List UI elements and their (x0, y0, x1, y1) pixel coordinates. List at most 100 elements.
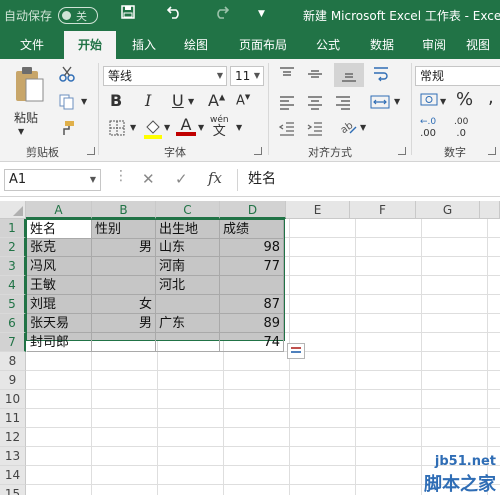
middle-align-icon[interactable] (306, 65, 324, 87)
formula-input[interactable]: 姓名 (237, 169, 500, 191)
cell-d5[interactable]: 87 (220, 295, 284, 314)
number-launcher-icon[interactable] (488, 147, 496, 155)
cell-b6[interactable]: 男 (92, 314, 156, 333)
cell-a5[interactable]: 刘琨 (27, 295, 92, 314)
undo-icon[interactable] (166, 5, 183, 23)
copy-dropdown-icon[interactable]: ▼ (81, 97, 87, 106)
more-options-icon[interactable]: ⋮ (114, 168, 128, 184)
underline-button[interactable]: U (172, 91, 184, 110)
column-header-g[interactable]: G (416, 201, 480, 219)
column-header-a[interactable]: A (26, 201, 92, 219)
tab-formulas[interactable]: 公式 (306, 31, 350, 59)
accounting-dropdown-icon[interactable]: ▼ (440, 97, 446, 106)
clipboard-launcher-icon[interactable] (87, 147, 95, 155)
comma-style-icon[interactable]: , (488, 87, 494, 108)
column-header-b[interactable]: B (92, 201, 156, 219)
increase-indent-icon[interactable] (306, 119, 324, 141)
tab-draw[interactable]: 绘图 (174, 31, 218, 59)
phonetic-guide-button[interactable]: wén 文 (210, 115, 229, 139)
row-header[interactable]: 10 (0, 390, 26, 409)
cell-b1[interactable]: 性别 (92, 220, 156, 239)
row-header[interactable]: 7 (0, 333, 26, 352)
fill-color-icon[interactable] (142, 117, 164, 143)
column-header-e[interactable]: E (286, 201, 350, 219)
row-header[interactable]: 11 (0, 409, 26, 428)
cell-a6[interactable]: 张天易 (27, 314, 92, 333)
cell-b5[interactable]: 女 (92, 295, 156, 314)
cell-d6[interactable]: 89 (220, 314, 284, 333)
underline-dropdown-icon[interactable]: ▼ (188, 97, 194, 106)
cell-a4[interactable]: 王敏 (27, 276, 92, 295)
tab-view[interactable]: 视图 (466, 31, 500, 59)
cell-c2[interactable]: 山东 (156, 238, 220, 257)
tab-page-layout[interactable]: 页面布局 (230, 31, 296, 59)
align-right-icon[interactable] (334, 93, 352, 115)
cell-b7[interactable] (92, 333, 156, 352)
alignment-launcher-icon[interactable] (398, 147, 406, 155)
row-header[interactable]: 13 (0, 447, 26, 466)
paste-icon[interactable] (12, 65, 46, 105)
borders-dropdown-icon[interactable]: ▼ (130, 123, 136, 132)
save-icon[interactable] (121, 5, 135, 23)
customize-quick-access-icon[interactable]: ▼ (258, 9, 265, 19)
column-header-h[interactable] (480, 201, 500, 219)
row-header[interactable]: 15 (0, 485, 26, 495)
name-box[interactable]: A1 ▼ (4, 169, 101, 191)
cell-c7[interactable] (156, 333, 220, 352)
cell-d2[interactable]: 98 (220, 238, 284, 257)
cell-b4[interactable] (92, 276, 156, 295)
row-header[interactable]: 2 (0, 238, 26, 257)
tab-insert[interactable]: 插入 (122, 31, 166, 59)
font-color-dropdown-icon[interactable]: ▼ (198, 123, 204, 132)
enter-icon[interactable]: ✓ (175, 170, 188, 188)
cancel-icon[interactable]: ✕ (142, 170, 155, 188)
paste-label[interactable]: 粘贴 (14, 109, 38, 126)
font-size-dropdown[interactable]: 11 ▼ (230, 66, 264, 86)
copy-icon[interactable] (58, 93, 76, 115)
cell-a2[interactable]: 张克 (27, 238, 92, 257)
row-header[interactable]: 1 (0, 219, 26, 238)
autosave-toggle[interactable]: 关 (58, 7, 98, 24)
align-left-icon[interactable] (278, 93, 296, 115)
row-header[interactable]: 3 (0, 257, 26, 276)
top-align-icon[interactable] (278, 65, 296, 87)
bold-button[interactable]: B (110, 91, 122, 110)
number-format-dropdown[interactable]: 常规 (415, 66, 500, 86)
quick-analysis-button[interactable] (287, 343, 305, 359)
row-header[interactable]: 12 (0, 428, 26, 447)
cell-d3[interactable]: 77 (220, 257, 284, 276)
paste-dropdown-icon[interactable]: ▼ (18, 127, 24, 136)
orientation-dropdown-icon[interactable]: ▼ (360, 123, 366, 132)
bottom-align-button[interactable] (334, 63, 364, 87)
cell-a1[interactable]: 姓名 (27, 220, 92, 239)
cell-d7[interactable]: 74 (220, 333, 284, 352)
fill-color-dropdown-icon[interactable]: ▼ (164, 123, 170, 132)
insert-function-button[interactable]: fx (208, 169, 222, 187)
row-header[interactable]: 4 (0, 276, 26, 295)
font-name-dropdown[interactable]: 等线 ▼ (103, 66, 227, 86)
row-header[interactable]: 8 (0, 352, 26, 371)
cell-c4[interactable]: 河北 (156, 276, 220, 295)
cell-c3[interactable]: 河南 (156, 257, 220, 276)
cell-c5[interactable] (156, 295, 220, 314)
tab-review[interactable]: 审阅 (412, 31, 456, 59)
shrink-font-button[interactable]: A▼ (236, 93, 250, 108)
column-header-f[interactable]: F (350, 201, 416, 219)
cell-c6[interactable]: 广东 (156, 314, 220, 333)
font-color-button[interactable]: A (176, 115, 196, 136)
tab-file[interactable]: 文件 (8, 31, 56, 59)
wrap-text-icon[interactable] (372, 65, 390, 87)
orientation-icon[interactable]: ab (338, 117, 358, 141)
row-header[interactable]: 14 (0, 466, 26, 485)
cell-a3[interactable]: 冯风 (27, 257, 92, 276)
cell-a7[interactable]: 封司郎 (27, 333, 92, 352)
decrease-indent-icon[interactable] (278, 119, 296, 141)
column-header-d[interactable]: D (220, 201, 286, 219)
accounting-format-icon[interactable] (420, 91, 440, 113)
grow-font-button[interactable]: A▲ (208, 91, 225, 110)
row-header[interactable]: 6 (0, 314, 26, 333)
format-painter-icon[interactable] (58, 119, 76, 141)
column-header-c[interactable]: C (156, 201, 220, 219)
cell-d1[interactable]: 成绩 (220, 220, 284, 239)
cell-b2[interactable]: 男 (92, 238, 156, 257)
